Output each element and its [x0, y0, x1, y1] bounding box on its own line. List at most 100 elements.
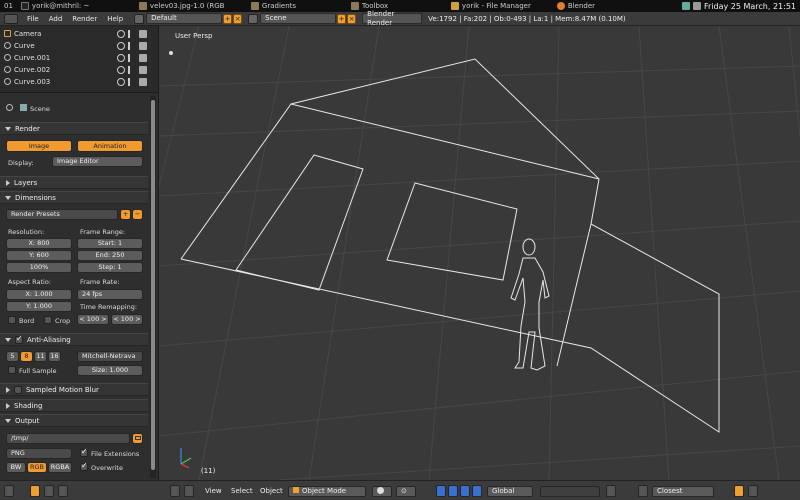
rotate-manipulator-icon[interactable]: [460, 485, 470, 497]
tray-network-icon[interactable]: [681, 2, 690, 10]
eye-icon[interactable]: [117, 29, 125, 38]
snap-magnet-icon[interactable]: [638, 485, 648, 497]
pin-icon[interactable]: [6, 104, 13, 111]
pivot-select[interactable]: ⊙: [396, 486, 416, 497]
crop-checkbox[interactable]: [44, 316, 52, 324]
task-blender[interactable]: Blender: [553, 0, 653, 12]
menu-object[interactable]: Object: [260, 486, 283, 497]
add-screen-button[interactable]: +: [223, 13, 233, 24]
time-remap-old-field[interactable]: < 100 >: [77, 314, 109, 325]
frame-rate-select[interactable]: 24 fps: [77, 289, 143, 300]
aa-filter-select[interactable]: Mitchell-Netrava: [77, 351, 143, 362]
render-camera-icon[interactable]: [139, 41, 147, 50]
viewport-shading-select[interactable]: [372, 486, 392, 497]
output-panel-header[interactable]: Output: [0, 414, 148, 427]
properties-scrollbar-thumb[interactable]: [151, 100, 155, 470]
menu-render[interactable]: Render: [67, 15, 102, 23]
aa-samples-11[interactable]: 11: [34, 351, 47, 362]
shading-panel-header[interactable]: Shading: [0, 399, 148, 412]
add-preset-button[interactable]: +: [120, 209, 131, 220]
properties-editor-type-icon[interactable]: [4, 485, 14, 497]
render-animation-icon[interactable]: [748, 485, 758, 497]
toggle-menus-icon[interactable]: [184, 485, 194, 497]
window-center[interactable]: [386, 182, 518, 281]
eye-icon[interactable]: [117, 77, 125, 86]
snap-target-select[interactable]: Closest: [652, 486, 714, 497]
render-animation-button[interactable]: Animation: [77, 140, 143, 152]
outliner-item-curve-002[interactable]: Curve.002: [0, 64, 158, 75]
frame-step-field[interactable]: Step: 1: [77, 262, 143, 273]
cursor-select-icon[interactable]: [128, 65, 136, 74]
anti-aliasing-panel-header[interactable]: Anti-Aliasing: [0, 333, 148, 346]
cursor-select-icon[interactable]: [128, 77, 136, 86]
render-preview-icon[interactable]: [734, 485, 744, 497]
resolution-percent-field[interactable]: 100%: [6, 262, 72, 273]
outliner-item-curve-001[interactable]: Curve.001: [0, 52, 158, 63]
viewport-editor-type-icon[interactable]: [170, 485, 180, 497]
menu-file[interactable]: File: [22, 15, 44, 23]
add-scene-button[interactable]: +: [337, 13, 347, 24]
person-figure[interactable]: [510, 238, 550, 371]
time-remap-new-field[interactable]: < 100 >: [111, 314, 143, 325]
tray-volume-icon[interactable]: [692, 2, 701, 10]
resolution-y-field[interactable]: Y: 600: [6, 250, 72, 261]
3d-viewport[interactable]: User Persp (11): [158, 26, 800, 480]
render-camera-icon[interactable]: [139, 77, 147, 86]
overwrite-checkbox[interactable]: [80, 461, 88, 471]
motion-blur-panel-header[interactable]: Sampled Motion Blur: [0, 383, 148, 396]
dimensions-panel-header[interactable]: Dimensions: [0, 191, 148, 204]
frame-end-field[interactable]: End: 250: [77, 250, 143, 261]
aa-samples-5[interactable]: 5: [6, 351, 19, 362]
menu-add[interactable]: Add: [44, 15, 68, 23]
viewport-canvas[interactable]: [159, 26, 800, 480]
color-rgba-button[interactable]: RGBA: [48, 462, 72, 473]
aa-samples-16[interactable]: 16: [48, 351, 61, 362]
display-select[interactable]: Image Editor: [52, 156, 143, 167]
mode-select[interactable]: Object Mode: [288, 486, 366, 497]
eye-icon[interactable]: [117, 53, 125, 62]
info-editor-icon[interactable]: [4, 13, 18, 24]
task-gimp-gradients[interactable]: Gradients: [247, 0, 347, 12]
aa-samples-8[interactable]: 8: [20, 351, 33, 362]
frame-start-field[interactable]: Start: 1: [77, 238, 143, 249]
render-engine-select[interactable]: Blender Render: [362, 10, 423, 27]
menu-select[interactable]: Select: [231, 486, 253, 497]
remove-scene-button[interactable]: ×: [347, 13, 357, 24]
scale-manipulator-icon[interactable]: [472, 485, 482, 497]
translate-manipulator-icon[interactable]: [448, 485, 458, 497]
cursor-select-icon[interactable]: [128, 41, 136, 50]
cursor-select-icon[interactable]: [128, 29, 136, 38]
render-image-button[interactable]: Image: [6, 140, 72, 152]
screen-layout-field[interactable]: Default: [146, 13, 223, 24]
world-context-icon[interactable]: [58, 485, 68, 497]
layers-panel-header[interactable]: Layers: [0, 176, 148, 189]
aspect-y-field[interactable]: Y: 1.000: [6, 301, 72, 312]
browse-folder-button[interactable]: [132, 433, 143, 444]
render-camera-icon[interactable]: [139, 65, 147, 74]
render-camera-icon[interactable]: [139, 29, 147, 38]
layers-grid[interactable]: [540, 486, 600, 497]
window-left[interactable]: [235, 154, 364, 291]
transform-orientation-select[interactable]: Global: [487, 486, 533, 497]
task-gimp-image[interactable]: velev03.jpg-1.0 (RGB: [135, 0, 247, 12]
screen-layout-icon[interactable]: [134, 13, 145, 24]
task-file-manager[interactable]: yorik - File Manager: [447, 0, 553, 12]
cursor-select-icon[interactable]: [128, 53, 136, 62]
outliner-item-curve[interactable]: Curve: [0, 40, 158, 51]
menu-view[interactable]: View: [205, 486, 222, 497]
roof-edge[interactable]: [290, 103, 600, 180]
remove-screen-button[interactable]: ×: [233, 13, 243, 24]
aspect-x-field[interactable]: X: 1.000: [6, 289, 72, 300]
output-path-field[interactable]: /tmp/: [6, 433, 130, 444]
remove-preset-button[interactable]: −: [132, 209, 143, 220]
manipulator-toggle-icon[interactable]: [436, 485, 446, 497]
color-rgb-button[interactable]: RGB: [27, 462, 47, 473]
eye-icon[interactable]: [117, 65, 125, 74]
color-bw-button[interactable]: BW: [6, 462, 26, 473]
full-sample-checkbox[interactable]: [8, 366, 16, 374]
render-panel-header[interactable]: Render: [0, 122, 148, 135]
render-context-icon[interactable]: [30, 485, 40, 497]
lock-layers-icon[interactable]: [606, 485, 616, 497]
clock[interactable]: Friday 25 March, 21:51: [704, 2, 800, 11]
render-camera-icon[interactable]: [139, 53, 147, 62]
